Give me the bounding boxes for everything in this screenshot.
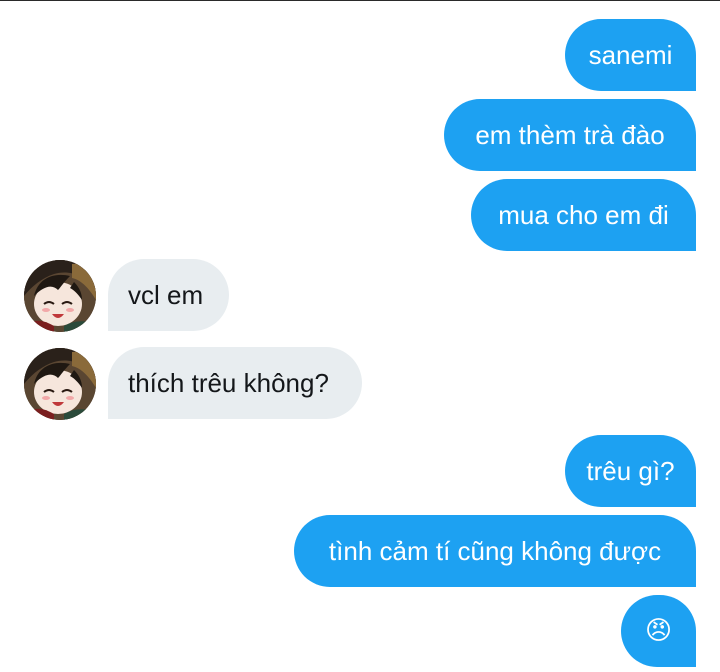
message-row: tình cảm tí cũng không được: [0, 515, 720, 587]
sent-message-bubble[interactable]: 😠: [621, 595, 696, 667]
sent-message-bubble[interactable]: em thèm trà đào: [444, 99, 696, 171]
message-row: em thèm trà đào: [0, 99, 720, 171]
anime-avatar-icon[interactable]: [24, 260, 96, 332]
chat-thread[interactable]: sanemi em thèm trà đào mua cho em đi vcl…: [0, 0, 720, 672]
anime-avatar-icon[interactable]: [24, 348, 96, 420]
message-row: sanemi: [0, 19, 720, 91]
message-text: sanemi: [588, 40, 673, 70]
sent-message-bubble[interactable]: tình cảm tí cũng không được: [294, 515, 696, 587]
message-text: em thèm trà đào: [475, 120, 665, 150]
message-row: thích trêu không?: [0, 347, 720, 420]
received-message-bubble[interactable]: vcl em: [108, 259, 229, 331]
message-text: vcl em: [128, 280, 204, 310]
angry-face-emoji-icon: 😠: [644, 616, 673, 646]
message-row: 😠: [0, 595, 720, 667]
message-row: mua cho em đi: [0, 179, 720, 251]
message-text: tình cảm tí cũng không được: [328, 536, 662, 566]
message-text: thích trêu không?: [128, 368, 329, 398]
message-text: trêu gì?: [586, 456, 675, 486]
sent-message-bubble[interactable]: sanemi: [565, 19, 696, 91]
received-message-bubble[interactable]: thích trêu không?: [108, 347, 362, 419]
sent-message-bubble[interactable]: trêu gì?: [565, 435, 696, 507]
message-row: trêu gì?: [0, 435, 720, 507]
sent-message-bubble[interactable]: mua cho em đi: [471, 179, 696, 251]
message-text: mua cho em đi: [498, 200, 669, 230]
message-row: vcl em: [0, 259, 720, 332]
